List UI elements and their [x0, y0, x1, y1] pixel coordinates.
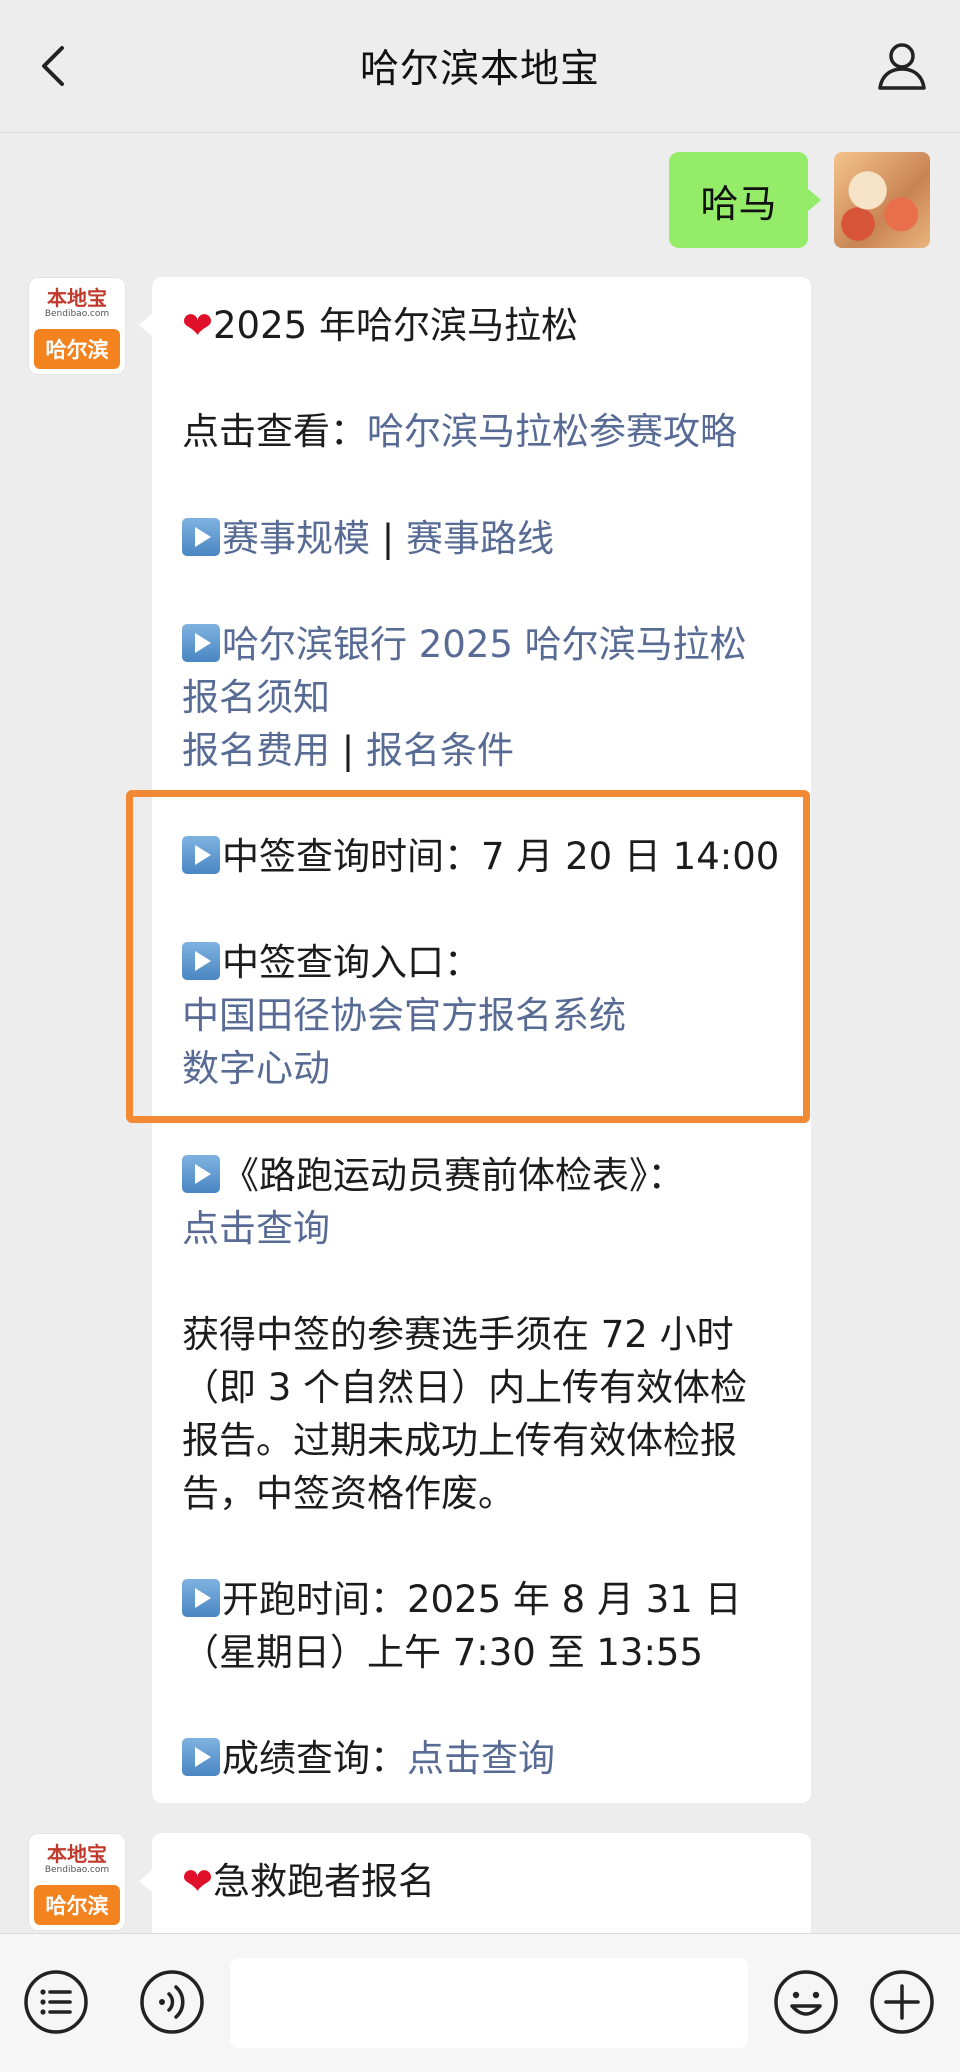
fee-link[interactable]: 报名费用: [182, 729, 330, 772]
route-link[interactable]: 赛事路线: [406, 517, 554, 560]
message-input[interactable]: [230, 1958, 748, 2048]
bot-site: Bendibao.com: [44, 309, 110, 319]
bot-avatar[interactable]: 本地宝 Bendibao.com 哈尔滨: [28, 1833, 126, 1931]
back-arrow-icon[interactable]: [28, 38, 84, 94]
play-icon: [182, 518, 220, 556]
draw-time-line: 中签查询时间：7 月 20 日 14:00: [182, 830, 779, 883]
bot-site: Bendibao.com: [44, 1865, 110, 1875]
profile-icon[interactable]: [872, 36, 932, 96]
play-icon: [182, 836, 220, 874]
message2-title-line: ❤急救跑者报名: [182, 1860, 436, 1903]
digital-heart-link[interactable]: 数字心动: [182, 1042, 330, 1095]
notice-line-1: 哈尔滨银行 2025 哈尔滨马拉松: [182, 618, 747, 671]
my-avatar[interactable]: [834, 152, 930, 248]
plus-icon[interactable]: [868, 1968, 936, 2036]
view-guide-line: 点击查看：哈尔滨马拉松参赛攻略: [182, 410, 737, 453]
notice-paragraph-2: （即 3 个自然日）内上传有效体检: [182, 1366, 748, 1409]
play-icon: [182, 1738, 220, 1776]
bot-city: 哈尔滨: [34, 1885, 120, 1925]
notice-paragraph-3: 报告。过期未成功上传有效体检报: [182, 1419, 737, 1462]
result-query-line: 成绩查询：点击查询: [182, 1732, 555, 1785]
play-icon: [182, 1155, 220, 1193]
emoji-icon[interactable]: [772, 1968, 840, 2036]
draw-entry-line: 中签查询入口：: [182, 936, 481, 989]
scale-link[interactable]: 赛事规模: [222, 517, 370, 560]
play-icon: [182, 624, 220, 662]
voice-icon[interactable]: [138, 1968, 206, 2036]
result-link[interactable]: 点击查询: [407, 1737, 555, 1780]
scale-route-line: 赛事规模 | 赛事路线: [182, 512, 554, 565]
athletics-system-link[interactable]: 中国田径协会官方报名系统: [182, 989, 626, 1042]
start-time-line: 开跑时间：2025 年 8 月 31 日: [182, 1573, 742, 1626]
bot-city: 哈尔滨: [34, 329, 120, 369]
notice-paragraph-4: 告，中签资格作废。: [182, 1472, 515, 1515]
outgoing-message-text: 哈马: [700, 181, 777, 226]
message-title-line: ❤2025 年哈尔滨马拉松: [182, 304, 578, 347]
outgoing-message-bubble[interactable]: 哈马: [669, 152, 821, 248]
play-icon: [182, 942, 220, 980]
bot-brand: 本地宝: [47, 1842, 107, 1866]
notice-paragraph-1: 获得中签的参赛选手须在 72 小时: [182, 1313, 734, 1356]
notice-link-cont[interactable]: 报名须知: [182, 671, 330, 724]
chat-header: 哈尔滨本地宝: [0, 0, 960, 133]
bot-avatar[interactable]: 本地宝 Bendibao.com 哈尔滨: [28, 277, 126, 375]
play-icon: [182, 1579, 220, 1617]
fee-condition-line: 报名费用 | 报名条件: [182, 729, 514, 772]
menu-list-icon[interactable]: [22, 1968, 90, 2036]
heart-icon: ❤: [182, 304, 214, 347]
health-form-line: 《路跑运动员赛前体检表》：: [182, 1149, 685, 1202]
guide-link[interactable]: 哈尔滨马拉松参赛攻略: [367, 410, 737, 453]
input-toolbar: [0, 1933, 960, 2072]
health-form-link[interactable]: 点击查询: [182, 1202, 330, 1255]
start-time-line-2: （星期日）上午 7:30 至 13:55: [182, 1631, 703, 1674]
chat-title: 哈尔滨本地宝: [359, 47, 600, 92]
condition-link[interactable]: 报名条件: [366, 729, 514, 772]
bot-brand: 本地宝: [47, 286, 107, 310]
notice-link[interactable]: 哈尔滨银行 2025 哈尔滨马拉松: [222, 623, 747, 666]
heart-icon: ❤: [182, 1860, 214, 1903]
